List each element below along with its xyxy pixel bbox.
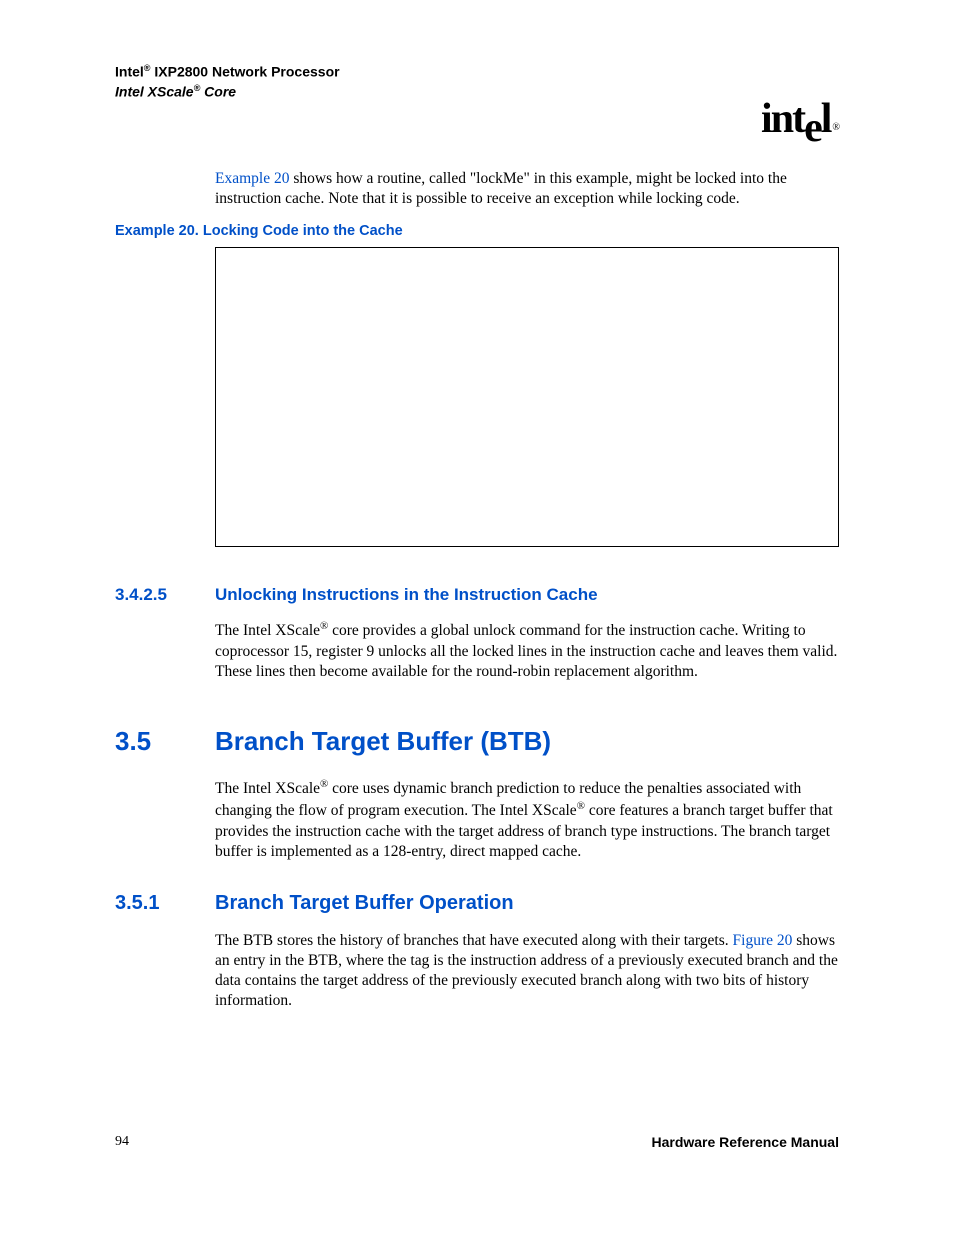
para-text: The Intel XScale [215,623,320,640]
example-20-xref[interactable]: Example 20 [215,170,289,187]
logo-reg: ® [832,122,838,133]
para-text: The Intel XScale [215,780,320,797]
logo-drop: e [804,104,821,152]
sec-3-5-1-paragraph: The BTB stores the history of branches t… [215,931,839,1012]
heading-title: Unlocking Instructions in the Instructio… [215,585,598,605]
heading-number: 3.5 [115,726,215,757]
heading-title: Branch Target Buffer Operation [215,892,514,915]
header-product-prefix: Intel [115,64,144,80]
figure-20-xref[interactable]: Figure 20 [733,932,793,949]
heading-3-4-2-5: 3.4.2.5 Unlocking Instructions in the In… [115,585,839,605]
example-20-box [215,247,839,547]
heading-number: 3.4.2.5 [115,585,215,605]
page-number: 94 [115,1134,129,1150]
doc-title: Hardware Reference Manual [651,1134,839,1150]
header-subtitle-prefix: Intel XScale [115,83,194,99]
logo-part2: l [821,96,831,142]
example-20-caption: Example 20. Locking Code into the Cache [115,223,839,239]
heading-number: 3.5.1 [115,892,215,915]
registered-symbol: ® [577,800,585,812]
logo-part1: int [761,96,804,142]
header-product: Intel® IXP2800 Network Processor [115,62,839,82]
page-header: Intel® IXP2800 Network Processor Intel X… [115,62,839,101]
intro-paragraph: Example 20 shows how a routine, called "… [215,169,839,209]
heading-3-5: 3.5 Branch Target Buffer (BTB) [115,726,839,757]
sec-3-5-paragraph: The Intel XScale® core uses dynamic bran… [215,777,839,862]
header-product-suffix: IXP2800 Network Processor [150,64,339,80]
page-footer: 94 Hardware Reference Manual [115,1134,839,1150]
intro-text: shows how a routine, called "lockMe" in … [215,170,787,207]
intel-logo: intel® [761,95,836,143]
heading-title: Branch Target Buffer (BTB) [215,726,551,757]
header-subtitle-suffix: Core [200,83,236,99]
sec-3-4-2-5-paragraph: The Intel XScale® core provides a global… [215,619,839,682]
header-subtitle: Intel XScale® Core [115,82,839,102]
para-text: The BTB stores the history of branches t… [215,932,733,949]
heading-3-5-1: 3.5.1 Branch Target Buffer Operation [115,892,839,915]
